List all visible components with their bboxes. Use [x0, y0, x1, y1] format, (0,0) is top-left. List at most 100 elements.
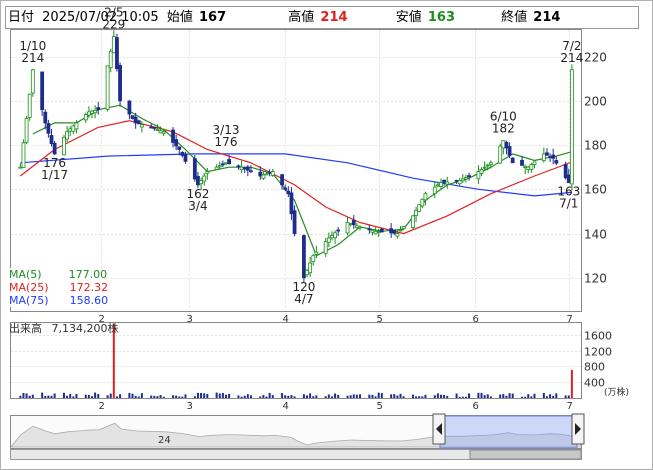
candle-body	[420, 198, 425, 207]
volume-bar	[72, 396, 75, 398]
candle-body	[370, 230, 375, 233]
candle-body	[501, 140, 506, 149]
candle-body	[118, 65, 122, 102]
volume-bar	[243, 395, 246, 398]
volume-bar	[433, 395, 436, 398]
candle-body	[27, 93, 32, 118]
candle-body	[196, 175, 200, 186]
candle-body	[177, 146, 182, 150]
volume-bar	[184, 394, 187, 398]
price-tick-label: 160	[584, 183, 607, 197]
candle-body	[498, 145, 503, 164]
volume-bar	[175, 395, 178, 398]
low-value: 163	[427, 10, 455, 25]
volume-bar	[424, 394, 427, 398]
volume-bar	[477, 392, 480, 398]
volume-bar	[545, 396, 548, 398]
candle-body	[155, 129, 160, 131]
price-tick-label: 140	[584, 228, 607, 242]
candle-body	[224, 162, 228, 165]
volume-month-tick-label: 7	[567, 401, 573, 412]
volume-bar	[337, 394, 340, 398]
ma25-legend-value: 172.32	[69, 281, 109, 294]
candle-body	[460, 178, 465, 182]
candle-body	[264, 173, 269, 176]
volume-bar	[455, 393, 458, 398]
candle-body	[358, 226, 362, 229]
candle-body	[445, 181, 450, 185]
candle-body	[302, 235, 306, 279]
candle-body	[435, 184, 440, 187]
ma75-legend-value: 158.60	[69, 294, 109, 307]
candle-body	[398, 229, 403, 232]
candle-body	[464, 177, 468, 180]
candle-body	[249, 170, 253, 173]
volume-bar	[564, 395, 567, 398]
candle-body	[133, 116, 138, 124]
volume-bar	[84, 394, 87, 398]
candle-body	[149, 126, 154, 129]
candle-body	[83, 114, 88, 121]
candle-body	[532, 161, 537, 165]
candle-body	[417, 204, 422, 212]
volume-bar	[115, 396, 118, 398]
volume-bar	[542, 392, 545, 398]
volume-bar	[355, 394, 358, 398]
candle-body	[68, 128, 73, 132]
volume-bar	[28, 395, 31, 398]
volume-bar	[106, 395, 109, 398]
volume-tick-label: 800	[584, 361, 605, 374]
volume-bar	[75, 394, 78, 398]
volume-bar	[156, 396, 159, 398]
volume-bar	[218, 393, 221, 398]
candle-body	[130, 115, 135, 119]
volume-bar	[306, 395, 309, 398]
candle-body	[479, 168, 484, 174]
volume-bar	[293, 396, 296, 398]
annotation-bottom: 182	[492, 122, 515, 136]
candle-body	[414, 209, 418, 217]
volume-bar	[555, 393, 558, 398]
high-value: 214	[320, 10, 348, 25]
navigator-right-handle[interactable]	[571, 413, 585, 445]
volume-bar	[281, 393, 284, 398]
scrollbar-thumb[interactable]	[469, 449, 582, 460]
volume-bar	[150, 395, 153, 398]
candle-body	[136, 120, 141, 125]
candle-body	[270, 171, 275, 176]
candle-body	[205, 171, 210, 174]
candle-body	[127, 100, 132, 115]
volume-bar	[97, 394, 100, 398]
volume-title: 出来高 7,134,200株	[9, 322, 118, 336]
ma5-legend-value: 177.00	[68, 268, 108, 281]
candle-body	[351, 220, 356, 226]
volume-bar	[371, 394, 374, 398]
navigator-left-handle[interactable]	[432, 413, 446, 445]
candle-body	[566, 174, 571, 184]
candle-body	[46, 123, 51, 134]
low-label: 安値	[395, 10, 422, 25]
volume-bar	[131, 393, 134, 398]
volume-bar	[374, 396, 377, 398]
volume-bar	[461, 396, 464, 398]
volume-bar	[421, 396, 424, 398]
candle-body	[554, 160, 559, 164]
candle-body	[183, 154, 188, 162]
price-tick-label: 120	[584, 272, 607, 286]
volume-bar	[249, 395, 252, 398]
volume-bar	[399, 393, 402, 398]
ma5-legend-label: MA(5)	[9, 268, 42, 281]
candle-body	[563, 163, 568, 179]
ma25-legend: MA(25) 172.32	[9, 281, 108, 294]
candle-body	[476, 171, 481, 180]
candle-body	[423, 193, 428, 201]
volume-bar	[411, 394, 414, 398]
volume-bar	[268, 392, 271, 398]
candle-body	[108, 50, 113, 69]
volume-tick-label: 1600	[584, 330, 612, 343]
volume-bar	[489, 396, 492, 398]
candle-body	[442, 179, 447, 183]
volume-month-tick-label: 6	[473, 401, 479, 412]
volume-bar	[418, 396, 421, 398]
volume-bar	[486, 394, 489, 398]
